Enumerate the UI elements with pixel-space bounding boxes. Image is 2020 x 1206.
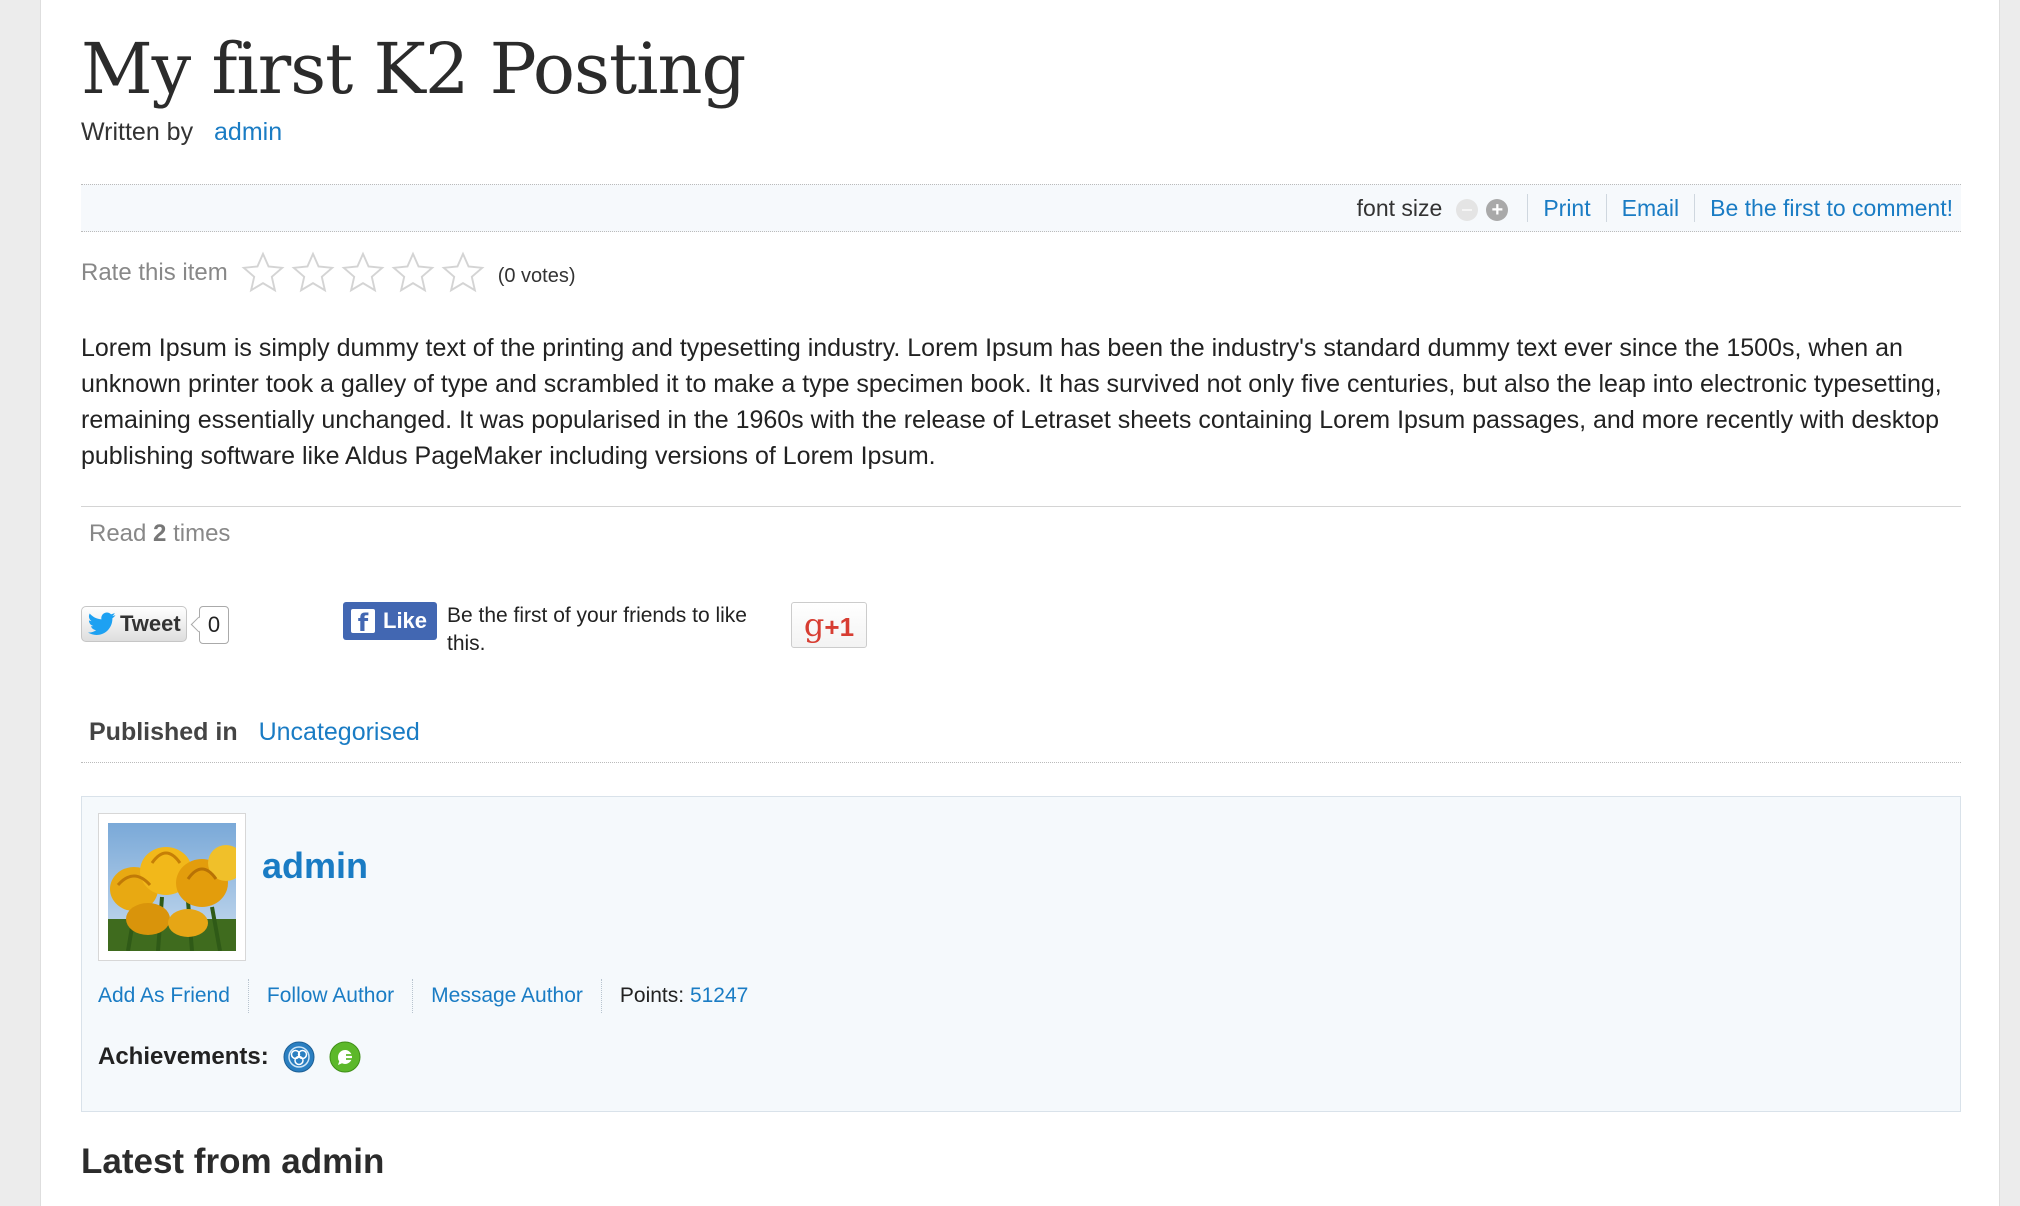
star-icon[interactable] — [390, 250, 436, 296]
author-line: Written by admin — [81, 118, 282, 147]
category-line: Published in Uncategorised — [89, 718, 420, 747]
rating-block: Rate this item (0 votes) — [81, 250, 576, 296]
star-rating — [240, 250, 490, 296]
message-author-link[interactable]: Message Author — [431, 984, 583, 1008]
points-value[interactable]: 51247 — [690, 984, 748, 1007]
font-size-label: font size — [1356, 194, 1443, 221]
hits-suffix: times — [173, 520, 231, 547]
star-icon[interactable] — [340, 250, 386, 296]
toolbar-divider — [1605, 194, 1607, 222]
star-icon[interactable] — [440, 250, 486, 296]
author-link[interactable]: admin — [214, 118, 282, 146]
author-box: admin Add As Friend Follow Author Messag… — [81, 796, 1961, 1112]
tweet-button[interactable]: Tweet — [81, 606, 187, 642]
rating-label: Rate this item — [81, 259, 228, 286]
achievements: Achievements: — [98, 1041, 361, 1073]
tweet-label: Tweet — [120, 611, 181, 636]
latest-from-author-heading: Latest from admin — [81, 1142, 385, 1181]
star-icon[interactable] — [290, 250, 336, 296]
follow-author-link[interactable]: Follow Author — [267, 984, 394, 1008]
divider — [81, 762, 1961, 763]
minus-circle-icon[interactable] — [1456, 199, 1479, 221]
network-badge-icon[interactable] — [283, 1041, 315, 1073]
facebook-like-label: Like — [383, 608, 428, 633]
add-friend-link[interactable]: Add As Friend — [98, 984, 230, 1008]
tulip-avatar-image — [108, 823, 236, 951]
points-label: Points: — [619, 984, 685, 1007]
plus-circle-icon[interactable]: + — [1486, 199, 1509, 221]
toolbar-divider — [1527, 194, 1529, 222]
article-title: My first K2 Posting — [81, 28, 746, 110]
votes-count: (0 votes) — [497, 264, 576, 287]
category-link[interactable]: Uncategorised — [259, 718, 420, 746]
print-link[interactable]: Print — [1543, 195, 1590, 222]
written-by-label: Written by — [81, 118, 194, 146]
avatar[interactable] — [98, 813, 246, 961]
author-box-name[interactable]: admin — [262, 845, 368, 887]
email-link[interactable]: Email — [1622, 195, 1680, 222]
hits-counter: Read 2 times — [89, 520, 230, 548]
comment-link[interactable]: Be the first to comment! — [1710, 195, 1953, 222]
toolbar-divider — [1694, 194, 1696, 222]
hits-prefix: Read — [89, 520, 147, 547]
link-divider — [412, 979, 414, 1013]
google-plus-g: g — [803, 606, 825, 644]
article-body: Lorem Ipsum is simply dummy text of the … — [81, 334, 1942, 470]
facebook-like-text: Be the first of your friends to like thi… — [447, 604, 747, 655]
achievements-label: Achievements: — [98, 1043, 269, 1070]
author-actions: Add As Friend Follow Author Message Auth… — [98, 979, 748, 1013]
article-page: My first K2 Posting Written by admin fon… — [40, 0, 2000, 1206]
hits-count: 2 — [153, 520, 167, 547]
points: Points: 51247 — [620, 984, 748, 1008]
chat-badge-icon[interactable] — [329, 1041, 361, 1073]
facebook-icon: f — [351, 609, 375, 633]
google-plus-count: +1 — [824, 612, 855, 642]
facebook-like-button[interactable]: f Like — [343, 602, 437, 640]
divider — [81, 506, 1961, 507]
google-plus-button[interactable]: g+1 — [791, 602, 867, 648]
star-icon[interactable] — [240, 250, 286, 296]
tweet-count: 0 — [199, 606, 229, 644]
twitter-bird-icon — [88, 612, 116, 635]
article-toolbar: font size + Print Email Be the first to … — [81, 184, 1961, 232]
link-divider — [600, 979, 602, 1013]
link-divider — [247, 979, 249, 1013]
published-in-label: Published in — [89, 718, 238, 746]
